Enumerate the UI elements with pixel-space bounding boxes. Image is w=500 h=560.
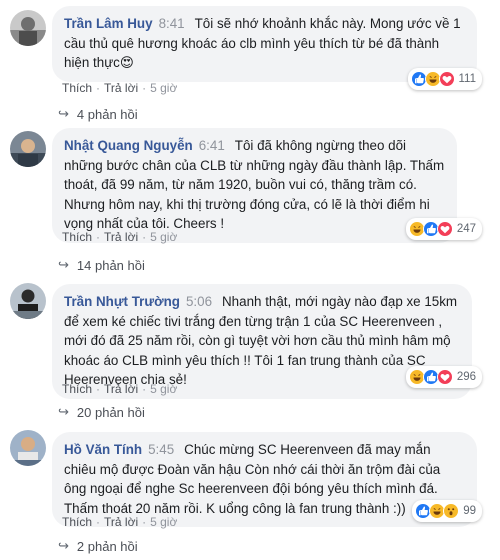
like-link[interactable]: Thích [62,230,92,244]
comment-actions: Thích · Trả lời · 5 giờ [62,230,178,244]
wow-icon [443,503,460,519]
replies-count: 20 phản hồi [76,404,145,420]
comment-author[interactable]: Hồ Văn Tính [64,442,142,457]
reaction-summary[interactable]: 296 [405,366,482,388]
comment-author[interactable]: Trần Nhựt Trường [64,294,180,309]
view-replies-link[interactable]: ↪ 2 phản hồi [58,538,138,554]
comment-time: 5:45 [148,442,175,457]
replies-count: 2 phản hồi [76,538,138,554]
reaction-summary[interactable]: 99 [412,500,482,522]
replies-count: 14 phản hồi [76,257,145,273]
love-icon [436,369,453,385]
comment-time: 5:06 [185,294,213,309]
like-link[interactable]: Thích [62,81,92,95]
reply-link[interactable]: Trả lời [104,382,138,396]
reply-link[interactable]: Trả lời [104,81,138,95]
reaction-summary[interactable]: 111 [407,68,482,90]
avatar[interactable] [10,10,46,46]
comment-actions: Thích · Trả lời · 5 giờ [62,515,178,529]
comment-bubble: Nhật Quang Nguyễn 6:41 Tôi đã không ngừng … [52,128,457,243]
avatar[interactable] [10,131,46,167]
reply-arrow-icon: ↪ [58,404,69,419]
comment-age[interactable]: 5 giờ [150,81,177,95]
avatar[interactable] [10,283,46,319]
reply-arrow-icon: ↪ [58,106,69,121]
reply-arrow-icon: ↪ [58,257,69,272]
like-link[interactable]: Thích [62,515,92,529]
comment-actions: Thích · Trả lời · 5 giờ [62,382,178,396]
love-icon [438,71,455,87]
view-replies-link[interactable]: ↪ 20 phản hồi [58,404,145,420]
avatar[interactable] [10,430,46,466]
replies-count: 4 phản hồi [76,106,138,122]
reply-link[interactable]: Trả lời [104,515,138,529]
reply-link[interactable]: Trả lời [104,230,138,244]
comment-age[interactable]: 5 giờ [150,230,177,244]
reaction-count: 111 [458,73,476,85]
view-replies-link[interactable]: ↪ 4 phản hồi [58,106,138,122]
reply-arrow-icon: ↪ [58,538,69,553]
reaction-summary[interactable]: 247 [405,218,482,240]
reaction-count: 247 [456,223,476,235]
comment-actions: Thích · Trả lời · 5 giờ [62,81,178,95]
reaction-count: 99 [463,505,476,517]
reaction-count: 296 [456,371,476,383]
comment-author[interactable]: Nhật Quang Nguyễn [64,138,193,153]
comment-author[interactable]: Trần Lâm Huy [64,16,153,31]
love-icon [436,221,453,237]
comment-age[interactable]: 5 giờ [150,515,177,529]
view-replies-link[interactable]: ↪ 14 phản hồi [58,257,145,273]
like-link[interactable]: Thích [62,382,92,396]
comment-age[interactable]: 5 giờ [150,382,177,396]
comment-time: 8:41 [158,16,185,31]
comment-time: 6:41 [198,138,225,153]
